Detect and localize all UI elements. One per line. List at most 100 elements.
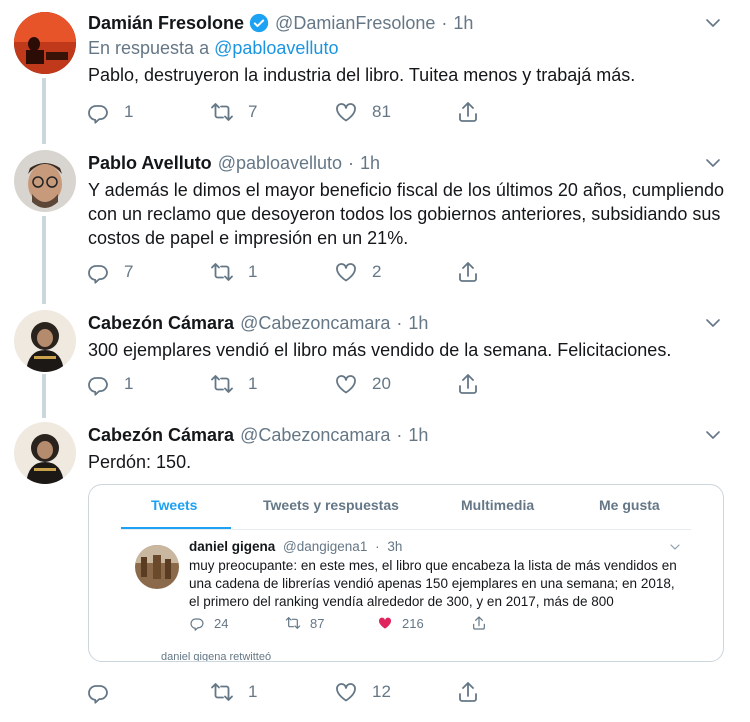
retweet-icon xyxy=(210,100,234,124)
like-button[interactable]: 12 xyxy=(334,680,391,704)
tweet-text: muy preocupante: en este mes, el libro q… xyxy=(189,558,677,609)
timestamp[interactable]: 1h xyxy=(408,313,428,334)
active-tab-indicator xyxy=(121,527,231,529)
heart-icon xyxy=(334,260,358,284)
tweet[interactable]: Damián Fresolone @DamianFresolone · 1h E… xyxy=(0,0,750,140)
share-button[interactable] xyxy=(456,100,480,124)
like-button[interactable]: 81 xyxy=(334,100,391,124)
embedded-screenshot: Tweets Tweets y respuestas Multimedia Me… xyxy=(121,485,691,661)
verified-badge-icon xyxy=(249,13,269,33)
share-icon xyxy=(456,680,480,704)
like-count: 81 xyxy=(372,102,391,121)
chevron-down-icon[interactable] xyxy=(704,426,722,444)
share-button[interactable] xyxy=(456,680,480,704)
reply-icon xyxy=(86,260,110,284)
tweet-text: 300 ejemplares vendió el libro más vendi… xyxy=(88,340,672,360)
retweet-stat: 87 xyxy=(285,615,324,631)
retweet-count: 87 xyxy=(310,615,325,631)
timestamp[interactable]: 1h xyxy=(360,153,380,174)
like-button[interactable]: 20 xyxy=(334,372,391,396)
reply-handle-link[interactable]: @pabloavelluto xyxy=(214,38,338,58)
reply-count: 24 xyxy=(214,615,229,631)
retweet-icon xyxy=(210,372,234,396)
avatar[interactable] xyxy=(14,12,76,74)
like-count: 20 xyxy=(372,374,391,393)
author-handle[interactable]: @Cabezoncamara xyxy=(240,313,390,334)
tab-media: Multimedia xyxy=(461,497,535,513)
tweet[interactable]: Cabezón Cámara @Cabezoncamara · 1h 300 e… xyxy=(0,300,750,412)
chevron-down-icon xyxy=(669,541,681,553)
author-name[interactable]: Pablo Avelluto xyxy=(88,153,212,174)
reply-icon xyxy=(189,615,205,631)
author-handle[interactable]: @pabloavelluto xyxy=(218,153,342,174)
avatar[interactable] xyxy=(14,150,76,212)
heart-icon xyxy=(377,615,393,631)
like-count: 216 xyxy=(402,615,424,631)
separator-dot: · xyxy=(375,539,380,554)
reply-button[interactable] xyxy=(86,680,124,704)
author-name[interactable]: Cabezón Cámara xyxy=(88,313,234,334)
tab-likes: Me gusta xyxy=(599,497,660,513)
avatar[interactable] xyxy=(14,310,76,372)
reply-icon xyxy=(86,372,110,396)
retweet-button[interactable]: 1 xyxy=(210,680,257,704)
like-count: 2 xyxy=(372,262,382,281)
author-handle[interactable]: @DamianFresolone xyxy=(275,13,435,34)
reply-button[interactable]: 1 xyxy=(86,100,133,124)
author-name: daniel gigena xyxy=(189,539,276,554)
like-button[interactable]: 2 xyxy=(334,260,381,284)
reply-context: En respuesta a @pabloavelluto xyxy=(88,38,730,59)
reply-icon xyxy=(86,100,110,124)
author-handle[interactable]: @Cabezoncamara xyxy=(240,425,390,446)
timestamp[interactable]: 1h xyxy=(408,425,428,446)
separator-dot: · xyxy=(348,152,355,173)
tweet-header: Damián Fresolone @DamianFresolone · 1h xyxy=(88,10,730,36)
retweet-count: 1 xyxy=(248,682,258,701)
chevron-down-icon[interactable] xyxy=(704,14,722,32)
tweet-text: Perdón: 150. xyxy=(88,452,192,472)
share-button[interactable] xyxy=(456,260,480,284)
chevron-down-icon[interactable] xyxy=(704,314,722,332)
reply-count: 7 xyxy=(124,262,134,281)
retweet-button[interactable]: 7 xyxy=(210,100,257,124)
reply-count: 1 xyxy=(124,374,134,393)
share-icon xyxy=(456,260,480,284)
share-button[interactable] xyxy=(456,372,480,396)
tweet-header: Pablo Avelluto @pabloavelluto · 1h xyxy=(88,150,730,176)
share-icon xyxy=(471,615,487,631)
separator-dot: · xyxy=(441,12,448,33)
tweet-header: daniel gigena @dangigena1 · 3h xyxy=(189,539,402,554)
timestamp: 3h xyxy=(387,539,403,554)
avatar[interactable] xyxy=(14,422,76,484)
attached-image[interactable]: Tweets Tweets y respuestas Multimedia Me… xyxy=(88,484,724,662)
tweet[interactable]: Pablo Avelluto @pabloavelluto · 1h Y ade… xyxy=(0,140,750,300)
tab-tweets: Tweets xyxy=(151,497,198,513)
share-icon xyxy=(456,372,480,396)
retweet-count: 1 xyxy=(248,262,258,281)
heart-icon xyxy=(334,100,358,124)
separator-dot: · xyxy=(396,424,403,445)
separator-dot: · xyxy=(396,312,403,333)
retweet-count: 1 xyxy=(248,374,258,393)
retweet-button[interactable]: 1 xyxy=(210,260,257,284)
chevron-down-icon[interactable] xyxy=(704,154,722,172)
retweet-count: 7 xyxy=(248,102,258,121)
reply-prefix: En respuesta a xyxy=(88,38,210,58)
retweet-button[interactable]: 1 xyxy=(210,372,257,396)
tweet-text: Pablo, destruyeron la industria del libr… xyxy=(88,65,636,85)
like-count: 12 xyxy=(372,682,391,701)
timestamp[interactable]: 1h xyxy=(453,13,473,34)
share-stat xyxy=(471,615,487,631)
reply-count: 1 xyxy=(124,102,134,121)
author-name[interactable]: Damián Fresolone xyxy=(88,13,244,34)
retweeted-note: daniel gigena retwitteó xyxy=(161,651,272,662)
author-name[interactable]: Cabezón Cámara xyxy=(88,425,234,446)
reply-button[interactable]: 7 xyxy=(86,260,133,284)
author-handle: @dangigena1 xyxy=(283,539,368,554)
reply-icon xyxy=(86,680,110,704)
share-icon xyxy=(456,100,480,124)
retweet-icon xyxy=(210,260,234,284)
tab-tweets-and-replies: Tweets y respuestas xyxy=(263,497,399,513)
reply-button[interactable]: 1 xyxy=(86,372,133,396)
tweet-text: Y además le dimos el mayor beneficio fis… xyxy=(88,180,724,248)
